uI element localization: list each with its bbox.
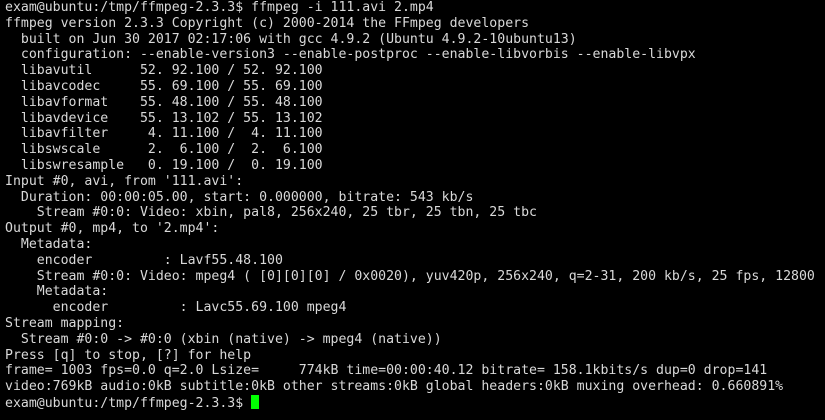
output-line: Input #0, avi, from '111.avi': [5,173,244,189]
command-line: exam@ubuntu:/tmp/ffmpeg-2.3.3$ ffmpeg -i… [5,0,434,15]
output-line: Press [q] to stop, [?] for help [5,347,252,363]
output-line: video:769kB audio:0kB subtitle:0kB other… [5,379,784,395]
output-line: libavfilter 4. 11.100 / 4. 11.100 [5,126,323,142]
output-line: libswresample 0. 19.100 / 0. 19.100 [5,157,323,173]
output-line: frame= 1003 fps=0.0 q=2.0 Lsize= 774kB t… [5,363,768,379]
output-line: Stream #0:0: Video: xbin, pal8, 256x240,… [5,205,537,221]
output-line: configuration: --enable-version3 --enabl… [5,47,696,63]
output-line: Stream #0:0: Video: mpeg4 ( [0][0][0] / … [5,268,815,284]
output-line: libavutil 52. 92.100 / 52. 92.100 [5,63,323,79]
output-line: Metadata: [5,284,109,300]
output-line: Stream #0:0 -> #0:0 (xbin (native) -> mp… [5,331,442,347]
output-line: libswscale 2. 6.100 / 2. 6.100 [5,142,323,158]
output-line: encoder : Lavc55.69.100 mpeg4 [5,300,347,316]
prompt-line[interactable]: exam@ubuntu:/tmp/ffmpeg-2.3.3$ [5,394,825,411]
cursor-icon [251,394,260,409]
output-line: Stream mapping: [5,315,125,331]
output-line: Output #0, mp4, to '2.mp4': [5,221,220,237]
output-line: built on Jun 30 2017 02:17:06 with gcc 4… [5,31,577,47]
output-line: Metadata: [5,236,93,252]
output-line: libavformat 55. 48.100 / 55. 48.100 [5,94,323,110]
terminal-window[interactable]: exam@ubuntu:/tmp/ffmpeg-2.3.3$ ffmpeg -i… [0,0,825,420]
shell-prompt: exam@ubuntu:/tmp/ffmpeg-2.3.3$ [5,395,252,411]
output-line: libavcodec 55. 69.100 / 55. 69.100 [5,78,323,94]
output-line: Duration: 00:00:05.00, start: 0.000000, … [5,189,474,205]
output-line: libavdevice 55. 13.102 / 55. 13.102 [5,110,323,126]
output-line: encoder : Lavf55.48.100 [5,252,283,268]
output-line: ffmpeg version 2.3.3 Copyright (c) 2000-… [5,15,530,31]
